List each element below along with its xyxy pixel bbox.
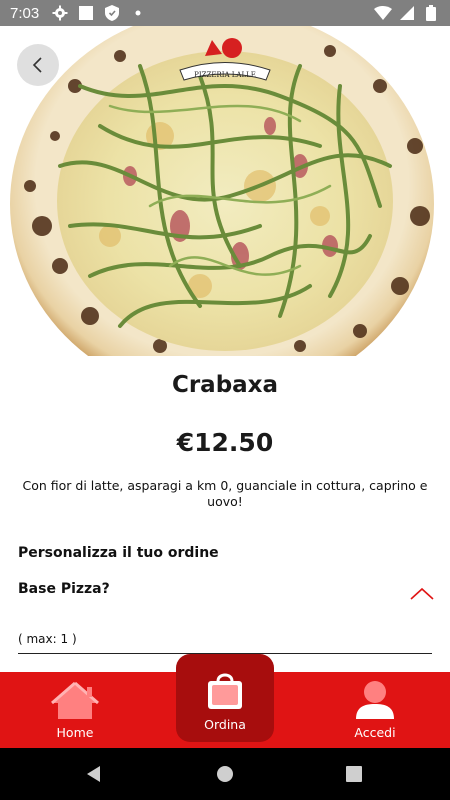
option-max-label: ( max: 1 ) xyxy=(18,632,77,646)
customize-title: Personalizza il tuo ordine xyxy=(18,545,219,561)
signal-icon xyxy=(398,4,416,22)
nav-order-label: Ordina xyxy=(204,717,246,732)
system-back-button[interactable] xyxy=(82,762,106,786)
pizza-illustration: PIZZERIA LALLE xyxy=(10,26,434,356)
system-recents-button[interactable] xyxy=(342,762,366,786)
settings-icon xyxy=(51,4,69,22)
product-title: Crabaxa xyxy=(171,372,279,398)
product-description: Con fior di latte, asparagi a km 0, guan… xyxy=(22,478,428,509)
nav-login[interactable]: Accedi xyxy=(315,672,435,748)
system-home-button[interactable] xyxy=(213,762,237,786)
back-button[interactable] xyxy=(17,44,59,86)
nav-home-label: Home xyxy=(56,725,94,740)
shield-icon xyxy=(103,4,121,22)
nav-order[interactable]: Ordina xyxy=(176,654,274,742)
home-icon xyxy=(51,681,99,719)
status-left: 7:03 xyxy=(10,4,147,22)
status-bar: 7:03 xyxy=(0,0,450,26)
chevron-up-icon xyxy=(410,587,434,600)
triangle-back-icon xyxy=(87,766,100,782)
product-price: €12.50 xyxy=(176,428,274,457)
user-icon xyxy=(356,681,394,719)
status-time: 7:03 xyxy=(10,4,40,22)
app-screen: 7:03 PIZZERIA LALLE Crabaxa €12.50 Con f… xyxy=(0,0,450,800)
nav-login-label: Accedi xyxy=(354,725,396,740)
system-nav-bar xyxy=(0,748,450,800)
square-recents-icon xyxy=(346,766,362,782)
chevron-left-icon xyxy=(32,57,42,73)
wifi-icon xyxy=(374,4,392,22)
status-right xyxy=(374,4,440,22)
option-collapse-toggle[interactable] xyxy=(408,585,436,603)
shopping-bag-icon xyxy=(208,673,242,709)
nav-home[interactable]: Home xyxy=(15,672,135,748)
square-icon xyxy=(77,4,95,22)
product-details: Crabaxa €12.50 Con fior di latte, aspara… xyxy=(0,356,450,672)
option-base-pizza-title[interactable]: Base Pizza? xyxy=(18,581,110,597)
battery-icon xyxy=(422,4,440,22)
circle-home-icon xyxy=(217,766,233,782)
logo-text: PIZZERIA LALLE xyxy=(194,71,256,79)
notification-dot-icon xyxy=(129,4,147,22)
product-image: PIZZERIA LALLE xyxy=(0,26,450,356)
